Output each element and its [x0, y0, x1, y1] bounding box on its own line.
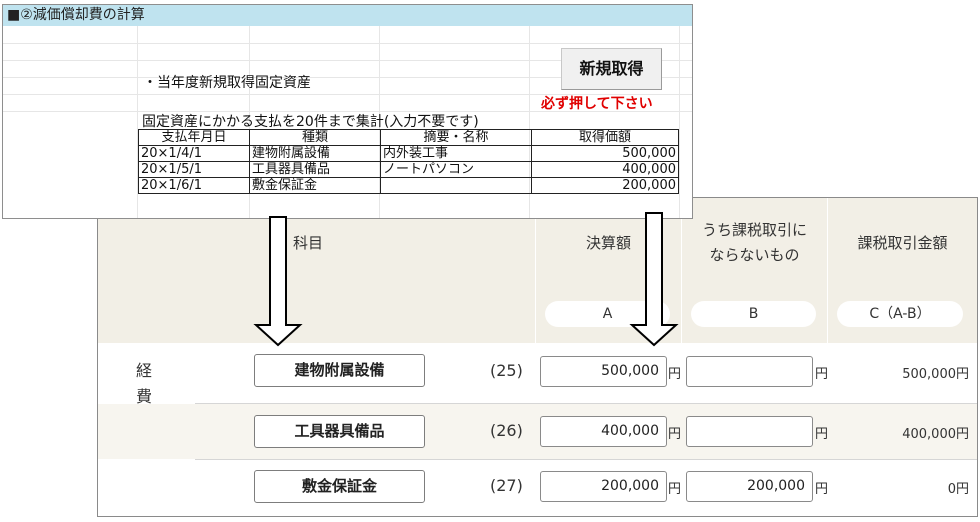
header-desc: 摘要・名称 [380, 129, 532, 146]
payments-table: 支払年月日 種類 摘要・名称 取得価額 20×1/4/1 建物附属設備 内外装工… [138, 129, 679, 194]
header-divider [827, 198, 828, 343]
item-button-building[interactable]: 建物附属設備 [254, 354, 425, 387]
item-button-equipment[interactable]: 工具器具備品 [254, 415, 425, 448]
yen-unit: 円 [815, 482, 829, 497]
header-amount: 取得価額 [531, 129, 679, 146]
table-row: 敷金保証金 (27) 200,000 円 200,000 円 0円 [98, 460, 977, 516]
cell-date: 20×1/5/1 [138, 161, 250, 178]
pill-a: A [545, 301, 670, 327]
settlement-amount-input[interactable]: 500,000 [540, 356, 667, 387]
yen-unit: 円 [668, 367, 682, 382]
col-subject-title: 科目 [292, 234, 323, 252]
pill-c: C（A-B） [837, 301, 963, 327]
aggregation-note: 固定資産にかかる支払を20件まで集計(入力不要です) [142, 114, 479, 130]
cell-desc: ノートパソコン [380, 161, 532, 178]
header-kind: 種類 [249, 129, 381, 146]
table-row: 20×1/4/1 建物附属設備 内外装工事 500,000 [138, 145, 679, 162]
header-date: 支払年月日 [138, 129, 250, 146]
form-header: 科目 決算額 うち課税取引に ならないもの 課税取引金額 A B C（A-B） [98, 198, 977, 343]
must-press-warning: 必ず押して下さい [541, 96, 653, 112]
table-row: 20×1/5/1 工具器具備品 ノートパソコン 400,000 [138, 161, 679, 178]
row-number: (27) [490, 476, 523, 495]
yen-unit: 円 [668, 427, 682, 442]
row-number: (25) [490, 361, 523, 380]
cell-date: 20×1/4/1 [138, 145, 250, 162]
cell-date: 20×1/6/1 [138, 177, 250, 194]
table-row: 建物附属設備 (25) 500,000 円 円 500,000円 [98, 343, 977, 403]
pill-b: B [691, 301, 816, 327]
new-assets-label: ・当年度新規取得固定資産 [143, 75, 311, 91]
item-button-deposit[interactable]: 敷金保証金 [254, 470, 425, 503]
cell-kind: 建物附属設備 [249, 145, 381, 162]
table-header-row: 支払年月日 種類 摘要・名称 取得価額 [138, 129, 679, 146]
taxable-amount-value: 400,000円 [902, 427, 969, 442]
settlement-amount-input[interactable]: 400,000 [540, 416, 667, 447]
nontaxable-amount-input[interactable] [686, 416, 813, 447]
grid-line [3, 43, 692, 44]
sheet-title: ■②減価償却費の計算 [3, 5, 692, 26]
yen-unit: 円 [668, 482, 682, 497]
taxable-amount-value: 500,000円 [902, 367, 969, 382]
yen-unit: 円 [815, 427, 829, 442]
taxable-amount-value: 0円 [947, 482, 969, 497]
nontaxable-amount-input[interactable]: 200,000 [686, 471, 813, 502]
cell-kind: 工具器具備品 [249, 161, 381, 178]
yen-unit: 円 [815, 367, 829, 382]
spreadsheet-excerpt: ■②減価償却費の計算 ・当年度新規取得固定資産 新規取得 必ず押して下さい 固定… [2, 4, 693, 219]
cell-desc: 内外装工事 [380, 145, 532, 162]
cell-desc [380, 177, 532, 194]
table-row: 工具器具備品 (26) 400,000 円 円 400,000円 [98, 404, 977, 459]
col-settlement-title: 決算額 [585, 234, 631, 252]
col-nontaxable-title: うち課税取引に ならないもの [701, 221, 807, 264]
cell-amount: 500,000 [531, 145, 679, 162]
grid-line [679, 26, 680, 218]
settlement-amount-input[interactable]: 200,000 [540, 471, 667, 502]
nontaxable-amount-input[interactable] [686, 356, 813, 387]
new-acquisition-button[interactable]: 新規取得 [561, 48, 662, 90]
table-row: 20×1/6/1 敷金保証金 200,000 [138, 177, 679, 194]
cell-amount: 200,000 [531, 177, 679, 194]
col-taxable-title: 課税取引金額 [857, 234, 948, 252]
header-divider [535, 198, 536, 343]
row-number: (26) [490, 421, 523, 440]
cell-kind: 敷金保証金 [249, 177, 381, 194]
expense-form: 科目 決算額 うち課税取引に ならないもの 課税取引金額 A B C（A-B） … [97, 197, 978, 517]
cell-amount: 400,000 [531, 161, 679, 178]
